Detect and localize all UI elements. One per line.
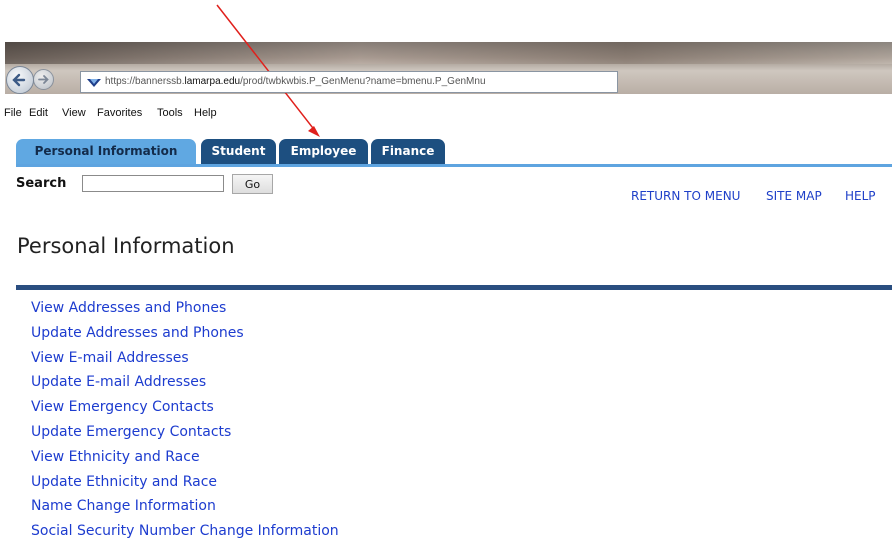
address-url: https://bannerssb.lamarpa.edu/prod/twbkw… [105, 72, 486, 92]
forward-button[interactable] [33, 69, 54, 90]
back-arrow-icon [12, 73, 26, 87]
url-path: /prod/twbkwbis.P_GenMenu?name=bmenu.P_Ge… [240, 76, 486, 87]
url-prefix: https://bannerssb. [105, 76, 185, 87]
address-bar[interactable]: https://bannerssb.lamarpa.edu/prod/twbkw… [80, 71, 618, 93]
url-domain: lamarpa.edu [184, 76, 241, 87]
forward-arrow-icon [38, 75, 49, 84]
back-button[interactable] [6, 66, 34, 94]
site-favicon-icon [87, 79, 101, 87]
